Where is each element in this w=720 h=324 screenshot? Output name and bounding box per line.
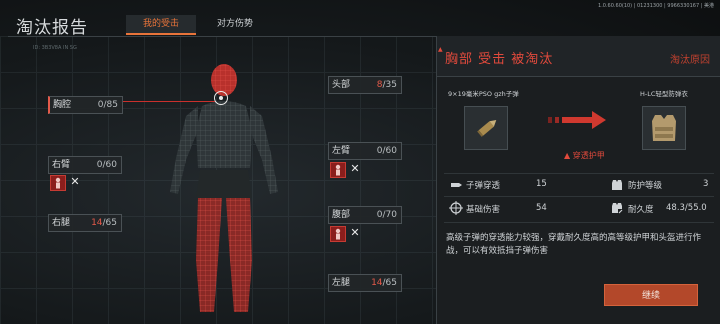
continue-button[interactable]: 继续 <box>604 284 698 306</box>
part-right-arm-name: 右臂 <box>52 160 71 170</box>
ammo-name: 9×19毫米PSO gzh子弹 <box>448 90 519 98</box>
bullet-penetration-icon <box>451 183 462 187</box>
fracture-icon[interactable]: ✕ <box>349 163 361 175</box>
part-left-arm-name: 左臂 <box>332 146 351 156</box>
durability-icon <box>612 203 623 214</box>
part-right-leg-name: 右腿 <box>52 218 71 228</box>
part-head: 头部 8/35 <box>328 76 402 94</box>
penetrated-armor-label: ▲ 穿透护甲 <box>564 151 605 160</box>
part-chest-max: /85 <box>103 100 118 110</box>
left-arm-status-icons: ✕ <box>330 162 361 178</box>
part-left-leg-max: /65 <box>382 278 397 288</box>
player-id: ID: 3B3V8A IN SG <box>33 45 77 51</box>
armor-name: H-LC轻型防弹衣 <box>640 90 688 98</box>
vest-icon <box>652 115 676 141</box>
tab-enemy-injuries[interactable]: 对方伤势 <box>200 15 270 33</box>
part-right-arm-max: /60 <box>102 160 117 170</box>
fracture-icon[interactable]: ✕ <box>69 176 81 188</box>
part-chest-name: 胸腔 <box>53 100 72 110</box>
stats-divider-mid <box>444 196 714 197</box>
fire-icon: ▲ <box>564 151 573 160</box>
elimination-reason-label: 淘汰原因 <box>670 55 710 66</box>
penetration-arrow-icon <box>548 111 606 129</box>
base-damage-label: 基础伤害 <box>466 205 501 215</box>
stats-divider-top <box>444 173 714 174</box>
part-head-name: 头部 <box>332 80 351 90</box>
armor-slot[interactable] <box>642 106 686 150</box>
crosshair-icon <box>449 201 463 215</box>
part-abdomen-name: 腹部 <box>332 210 351 220</box>
fracture-icon[interactable]: ✕ <box>349 227 361 239</box>
armor-level-icon <box>612 180 622 190</box>
abdomen-status-icons: ✕ <box>330 226 361 242</box>
armor-level-value: 3 <box>703 179 709 189</box>
durability-label: 耐久度 <box>628 205 654 215</box>
corner-mark-icon: ▲ <box>438 46 443 53</box>
part-left-leg-current: 14 <box>371 278 383 288</box>
stats-divider-bottom <box>444 222 714 223</box>
elimination-cause: 胸部 受击 被淘汰 <box>445 52 554 67</box>
bleed-icon[interactable] <box>330 226 346 242</box>
part-left-arm-max: /60 <box>382 146 397 156</box>
part-left-leg: 左腿 14/65 <box>328 274 402 292</box>
hit-marker-icon <box>214 91 228 105</box>
bleed-icon[interactable] <box>330 162 346 178</box>
part-abdomen-max: /70 <box>382 210 397 220</box>
hit-indicator-line <box>120 101 216 102</box>
durability-value: 48.3/55.0 <box>666 203 707 213</box>
panel-header: ▲ 胸部 受击 被淘汰 淘汰原因 <box>437 36 720 77</box>
part-right-leg: 右腿 14/65 <box>48 214 122 232</box>
right-arm-status-icons: ✕ <box>50 175 81 191</box>
header-divider <box>8 36 436 37</box>
tab-my-hits[interactable]: 我的受击 <box>126 15 196 35</box>
part-abdomen: 腹部 0/70 <box>328 206 402 224</box>
part-left-leg-name: 左腿 <box>332 278 351 288</box>
part-right-leg-max: /65 <box>102 218 117 228</box>
base-damage-value: 54 <box>536 203 547 213</box>
ammo-slot[interactable] <box>464 106 508 150</box>
tip-description: 高级子弹的穿透能力较强，穿戴耐久度高的高等级护甲和头盔进行作战，可以有效抵挡子弹… <box>446 233 702 256</box>
part-head-max: /35 <box>382 80 397 90</box>
bullet-pen-label: 子弹穿透 <box>466 181 501 191</box>
bullet-icon <box>477 120 497 137</box>
bleed-icon[interactable] <box>50 175 66 191</box>
part-right-leg-current: 14 <box>91 218 103 228</box>
part-left-arm: 左臂 0/60 <box>328 142 402 160</box>
page-title: 淘汰报告 <box>16 18 88 38</box>
bullet-pen-value: 15 <box>536 179 547 189</box>
armor-level-label: 防护等级 <box>628 181 663 191</box>
part-chest: 胸腔 0/85 <box>48 96 123 114</box>
part-right-arm: 右臂 0/60 <box>48 156 122 174</box>
version-text: 1.0.60.60(10) | 01231300 | 9966330167 | … <box>598 3 714 9</box>
